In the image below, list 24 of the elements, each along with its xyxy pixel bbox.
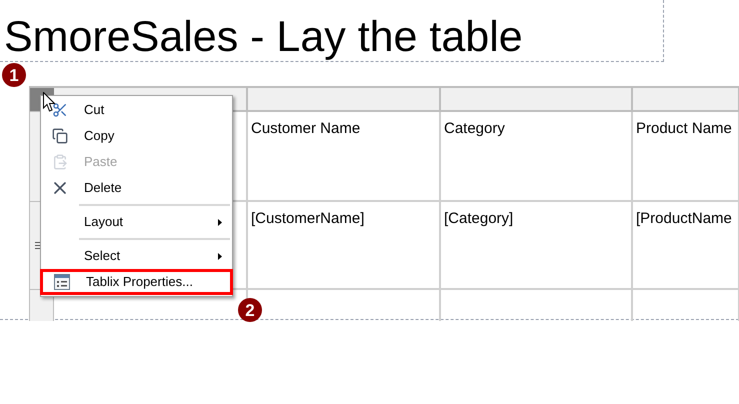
header-cell: Category [441,112,633,202]
menu-item[interactable]: Cut [41,97,232,123]
header-cell: Product Name [633,112,739,202]
data-cell: [CustomerName] [248,202,441,290]
step-badge: 1 [2,63,26,87]
column-handle[interactable] [248,88,441,112]
column-handle[interactable] [441,88,633,112]
scissors-icon [52,102,68,118]
menu-item[interactable]: Layout [41,209,232,235]
copy-icon [52,128,68,144]
step-badge: 2 [238,298,262,322]
menu-item[interactable]: Delete [41,175,232,201]
header-cell: Customer Name [248,112,441,202]
report-title: SmoreSales - Lay the table [4,13,523,61]
submenu-arrow-icon [218,218,222,226]
properties-icon [54,274,70,290]
menu-item[interactable]: Copy [41,123,232,149]
data-cell: [Category] [441,202,633,290]
submenu-arrow-icon [218,252,222,260]
menu-item[interactable]: Select [41,243,232,269]
paste-icon [52,154,68,170]
menu-item[interactable]: Tablix Properties... [40,269,233,295]
data-cell: [ProductName [633,202,739,290]
column-handle[interactable] [633,88,739,112]
